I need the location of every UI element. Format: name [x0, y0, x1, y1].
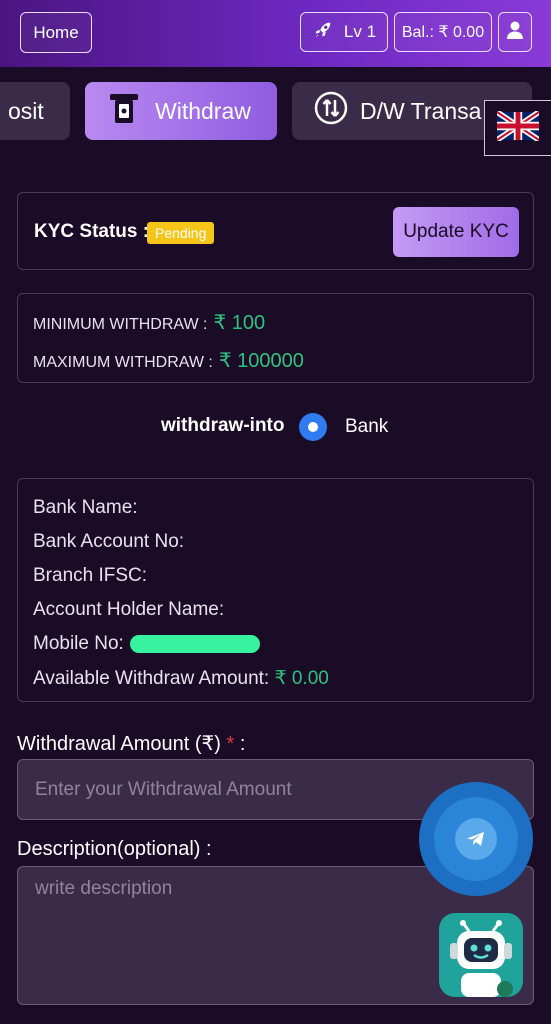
wallet-tabs: osit Withdraw D/W Transa	[0, 82, 551, 140]
user-profile-button[interactable]	[498, 12, 532, 52]
atm-withdraw-icon	[107, 91, 141, 131]
description-placeholder: write description	[35, 878, 173, 899]
bank-name-label: Bank Name:	[33, 497, 138, 518]
updown-transactions-icon	[314, 91, 348, 131]
min-withdraw-row: MINIMUM WITHDRAW : ₹ 100	[33, 310, 265, 335]
tab-deposit-label: osit	[8, 97, 44, 124]
bank-radio-label[interactable]: Bank	[345, 416, 388, 438]
available-amount-label: Available Withdraw Amount:	[33, 668, 270, 689]
chatbot-icon	[439, 920, 523, 997]
description-label: Description(optional) :	[17, 838, 212, 861]
description-text: Description	[17, 838, 118, 860]
level-label: Lv 1	[343, 22, 377, 41]
bank-radio[interactable]	[299, 413, 327, 441]
telegram-button[interactable]	[419, 782, 533, 896]
available-amount-value: ₹ 0.00	[274, 668, 329, 689]
top-bar: Home Lv 1 Bal.: ₹ 0.00	[0, 0, 551, 67]
kyc-status-label: KYC Status :	[34, 221, 150, 242]
kyc-status-badge: Pending	[147, 222, 215, 244]
update-kyc-button[interactable]: Update KYC	[393, 207, 519, 257]
chatbot-button[interactable]	[439, 913, 523, 997]
withdrawal-amount-text: Withdrawal Amount (₹)	[17, 733, 221, 755]
tab-withdraw[interactable]: Withdraw	[85, 82, 277, 140]
max-withdraw-label: MAXIMUM WITHDRAW :	[33, 354, 213, 371]
mobile-no-label: Mobile No:	[33, 633, 124, 654]
branch-ifsc-label: Branch IFSC:	[33, 565, 148, 586]
max-withdraw-row: MAXIMUM WITHDRAW : ₹ 100000	[33, 348, 304, 373]
tab-dw-label: D/W Transa	[360, 97, 482, 124]
account-holder-label: Account Holder Name:	[33, 599, 225, 620]
user-icon	[506, 20, 524, 45]
home-button-label: Home	[33, 22, 79, 42]
telegram-icon	[455, 818, 497, 860]
tab-deposit[interactable]: osit	[0, 82, 70, 140]
uk-flag-icon	[495, 109, 541, 146]
min-withdraw-value: ₹ 100	[213, 312, 266, 334]
language-selector[interactable]	[484, 100, 551, 156]
min-withdraw-label: MINIMUM WITHDRAW :	[33, 316, 208, 333]
update-kyc-label: Update KYC	[403, 221, 509, 242]
level-button[interactable]: Lv 1	[300, 12, 388, 52]
withdraw-limits-card: MINIMUM WITHDRAW : ₹ 100 MAXIMUM WITHDRA…	[17, 293, 534, 383]
tab-withdraw-label: Withdraw	[155, 97, 251, 124]
description-optional: (optional) :	[117, 838, 212, 860]
kyc-status-card: KYC Status : Pending Update KYC	[17, 192, 534, 270]
withdraw-into-label: withdraw-into	[161, 415, 285, 436]
balance-button[interactable]: Bal.: ₹ 0.00	[394, 12, 492, 52]
mobile-number-redaction	[130, 635, 260, 653]
withdraw-into-row: withdraw-into Bank	[0, 412, 551, 442]
available-amount-row: Available Withdraw Amount: ₹ 0.00	[33, 667, 329, 690]
amount-label-suffix: :	[234, 733, 246, 755]
home-button[interactable]: Home	[20, 12, 92, 53]
withdrawal-amount-placeholder: Enter your Withdrawal Amount	[35, 779, 292, 800]
rocket-icon	[312, 19, 334, 46]
bank-details-card: Bank Name: Bank Account No: Branch IFSC:…	[17, 478, 534, 702]
bank-account-label: Bank Account No:	[33, 531, 185, 552]
withdrawal-amount-label: Withdrawal Amount (₹) * :	[17, 731, 245, 756]
max-withdraw-value: ₹ 100000	[218, 350, 304, 372]
balance-label: Bal.: ₹ 0.00	[401, 24, 485, 41]
